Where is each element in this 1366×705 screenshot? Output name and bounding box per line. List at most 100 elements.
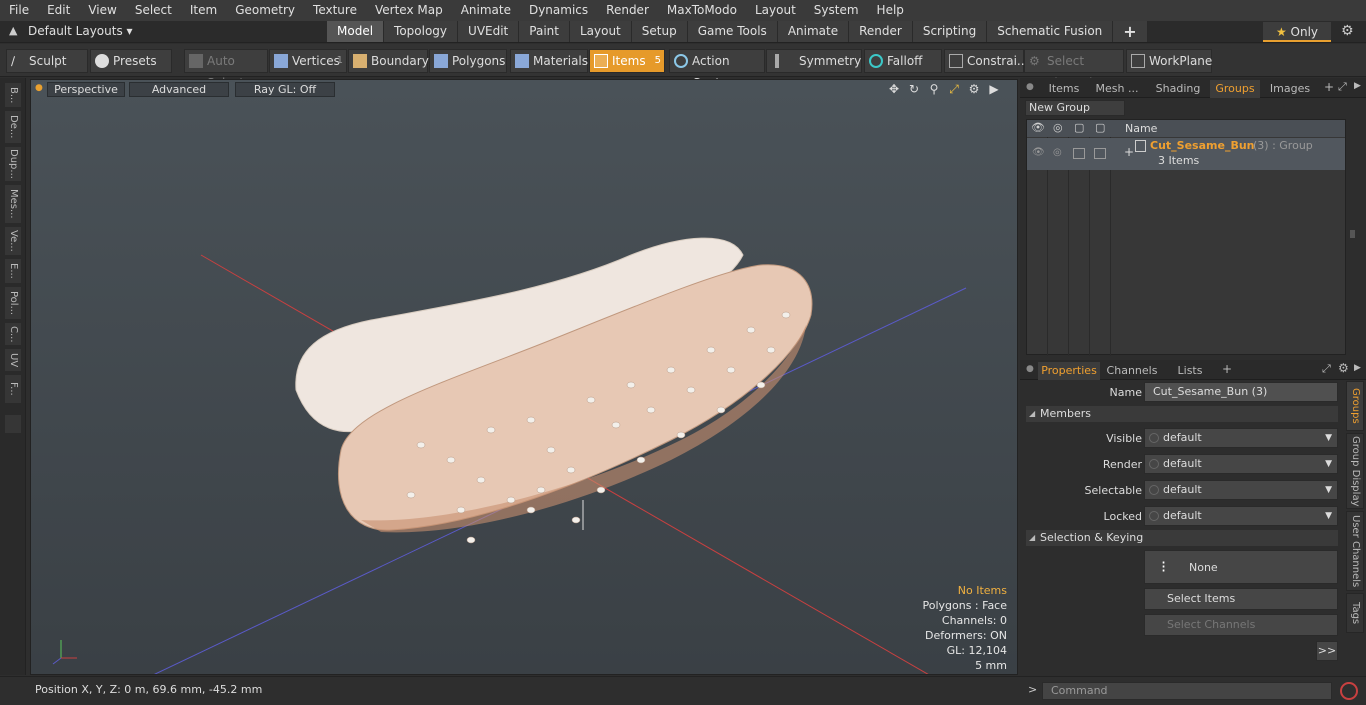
workplane-button[interactable]: WorkPlane: [1126, 49, 1212, 73]
constraints-button[interactable]: Constrai...: [944, 49, 1028, 73]
layout-up-icon[interactable]: ▲: [9, 24, 17, 37]
row-render-icon[interactable]: ◎: [1053, 147, 1062, 158]
menu-render[interactable]: Render: [597, 0, 658, 21]
tab-lists[interactable]: Lists: [1166, 362, 1214, 380]
rotate-icon[interactable]: ↻: [907, 82, 921, 96]
group-row[interactable]: 👁 ◎ + Cut_Sesame_Bun (3) : Group 3 Items: [1027, 138, 1345, 170]
symmetry-button[interactable]: Symmetry: [766, 49, 862, 73]
side-tab-tags[interactable]: Tags: [1346, 593, 1364, 633]
sculpt-button[interactable]: ∕ Sculpt: [6, 49, 88, 73]
selection-collapse-icon[interactable]: ◢: [1029, 533, 1035, 542]
menu-vertex-map[interactable]: Vertex Map: [366, 0, 452, 21]
viewport-gear-icon[interactable]: ⚙: [967, 82, 981, 96]
eye-icon[interactable]: 👁: [1031, 121, 1045, 134]
left-tab-vertex[interactable]: Ve...: [4, 226, 22, 256]
left-tab-uv[interactable]: UV: [4, 348, 22, 372]
name-column-header[interactable]: Name: [1125, 122, 1157, 135]
tab-groups[interactable]: Groups: [1210, 80, 1260, 98]
props-arrow-icon[interactable]: ▶: [1354, 363, 1361, 373]
visible-dropdown[interactable]: default ▼: [1144, 428, 1338, 448]
selectable-icon[interactable]: ▢: [1074, 121, 1084, 134]
expand-plus-icon[interactable]: +: [1124, 145, 1134, 159]
tab-properties[interactable]: Properties: [1038, 362, 1100, 380]
props-menu-dot-icon[interactable]: ●: [1026, 364, 1034, 374]
row-select-checkbox[interactable]: [1073, 148, 1085, 159]
members-section[interactable]: Members: [1026, 406, 1338, 422]
materials-button[interactable]: Materials: [510, 49, 588, 73]
tab-game-tools[interactable]: Game Tools: [687, 21, 778, 42]
layouts-dropdown[interactable]: Default Layouts ▾: [28, 24, 133, 38]
menu-file[interactable]: File: [0, 0, 38, 21]
tab-items[interactable]: Items: [1044, 80, 1084, 98]
zoom-icon[interactable]: ⚲: [927, 82, 941, 96]
group-list-scrollbar[interactable]: [1350, 230, 1355, 238]
props-gear-icon[interactable]: ⚙: [1338, 361, 1349, 375]
props-expand-icon[interactable]: ⤢: [1322, 362, 1331, 376]
pan-icon[interactable]: ✥: [887, 82, 901, 96]
left-tab-extra[interactable]: [4, 414, 22, 434]
name-field[interactable]: Cut_Sesame_Bun (3): [1144, 382, 1338, 402]
left-tab-curve[interactable]: C...: [4, 322, 22, 346]
tab-images[interactable]: Images: [1266, 80, 1314, 98]
action-center-button[interactable]: Action Center: [669, 49, 765, 90]
gear-icon[interactable]: ⚙: [1341, 23, 1354, 39]
polygons-button[interactable]: Polygons: [429, 49, 507, 73]
menu-help[interactable]: Help: [868, 0, 913, 21]
menu-geometry[interactable]: Geometry: [226, 0, 304, 21]
tab-mesh[interactable]: Mesh ...: [1090, 80, 1144, 98]
menu-texture[interactable]: Texture: [304, 0, 366, 21]
row-lock-checkbox[interactable]: [1094, 148, 1106, 159]
tab-uvedit[interactable]: UVEdit: [458, 21, 520, 42]
falloff-button[interactable]: Falloff: [864, 49, 942, 73]
render-icon[interactable]: ◎: [1053, 121, 1063, 134]
panel-expand-icon[interactable]: ⤢: [1338, 80, 1347, 94]
none-button[interactable]: ⁝ None: [1144, 550, 1338, 584]
more-button[interactable]: >>: [1316, 641, 1338, 661]
presets-button[interactable]: Presets: [90, 49, 172, 73]
tab-schematic-fusion[interactable]: Schematic Fusion: [987, 21, 1114, 42]
tab-shading[interactable]: Shading: [1150, 80, 1206, 98]
left-tab-edge[interactable]: E...: [4, 258, 22, 284]
select-through-button[interactable]: ⚙ Select Through: [1024, 49, 1124, 90]
tab-channels[interactable]: Channels: [1104, 362, 1160, 380]
tab-animate[interactable]: Animate: [777, 21, 850, 42]
menu-maxtomodo[interactable]: MaxToModo: [658, 0, 746, 21]
lock-icon[interactable]: ▢: [1095, 121, 1105, 134]
group-name[interactable]: Cut_Sesame_Bun: [1150, 139, 1254, 152]
menu-item[interactable]: Item: [181, 0, 226, 21]
add-tab-button[interactable]: +: [1113, 21, 1148, 42]
tab-topology[interactable]: Topology: [384, 21, 459, 42]
tab-render[interactable]: Render: [849, 21, 913, 42]
items-button[interactable]: Items 5: [589, 49, 665, 73]
side-tab-user-channels[interactable]: User Channels: [1346, 511, 1364, 591]
3d-viewport[interactable]: ● Perspective Advanced Ray GL: Off ✥ ↻ ⚲…: [30, 79, 1018, 675]
locked-dropdown[interactable]: default ▼: [1144, 506, 1338, 526]
menu-layout[interactable]: Layout: [746, 0, 805, 21]
tab-layout[interactable]: Layout: [569, 21, 632, 42]
selection-keying-section[interactable]: Selection & Keying: [1026, 530, 1338, 546]
menu-animate[interactable]: Animate: [452, 0, 520, 21]
tab-setup[interactable]: Setup: [631, 21, 688, 42]
auto-select-button[interactable]: Auto Select: [184, 49, 268, 90]
viewport-menu-dot-icon[interactable]: ●: [35, 83, 43, 93]
menu-select[interactable]: Select: [126, 0, 181, 21]
boundary-button[interactable]: Boundary: [348, 49, 429, 73]
selectable-dropdown[interactable]: default ▼: [1144, 480, 1338, 500]
left-tab-polygon[interactable]: Pol...: [4, 286, 22, 320]
record-icon[interactable]: [1340, 682, 1358, 700]
left-tab-fusion[interactable]: F...: [4, 374, 22, 404]
render-dropdown[interactable]: default ▼: [1144, 454, 1338, 474]
row-eye-icon[interactable]: 👁: [1032, 147, 1045, 158]
panel-menu-dot-icon[interactable]: ●: [1026, 82, 1034, 92]
menu-system[interactable]: System: [805, 0, 868, 21]
left-tab-mesh[interactable]: Mes...: [4, 184, 22, 224]
tab-paint[interactable]: Paint: [519, 21, 570, 42]
add-props-tab-icon[interactable]: +: [1222, 362, 1232, 376]
left-tab-basic[interactable]: B...: [4, 82, 22, 108]
panel-arrow-icon[interactable]: ▶: [1354, 81, 1361, 91]
tab-scripting[interactable]: Scripting: [912, 21, 988, 42]
left-tab-deform[interactable]: De...: [4, 110, 22, 144]
members-collapse-icon[interactable]: ◢: [1029, 409, 1035, 418]
only-button[interactable]: ★ Only: [1263, 22, 1331, 42]
vertices-button[interactable]: Vertices 1: [269, 49, 347, 73]
